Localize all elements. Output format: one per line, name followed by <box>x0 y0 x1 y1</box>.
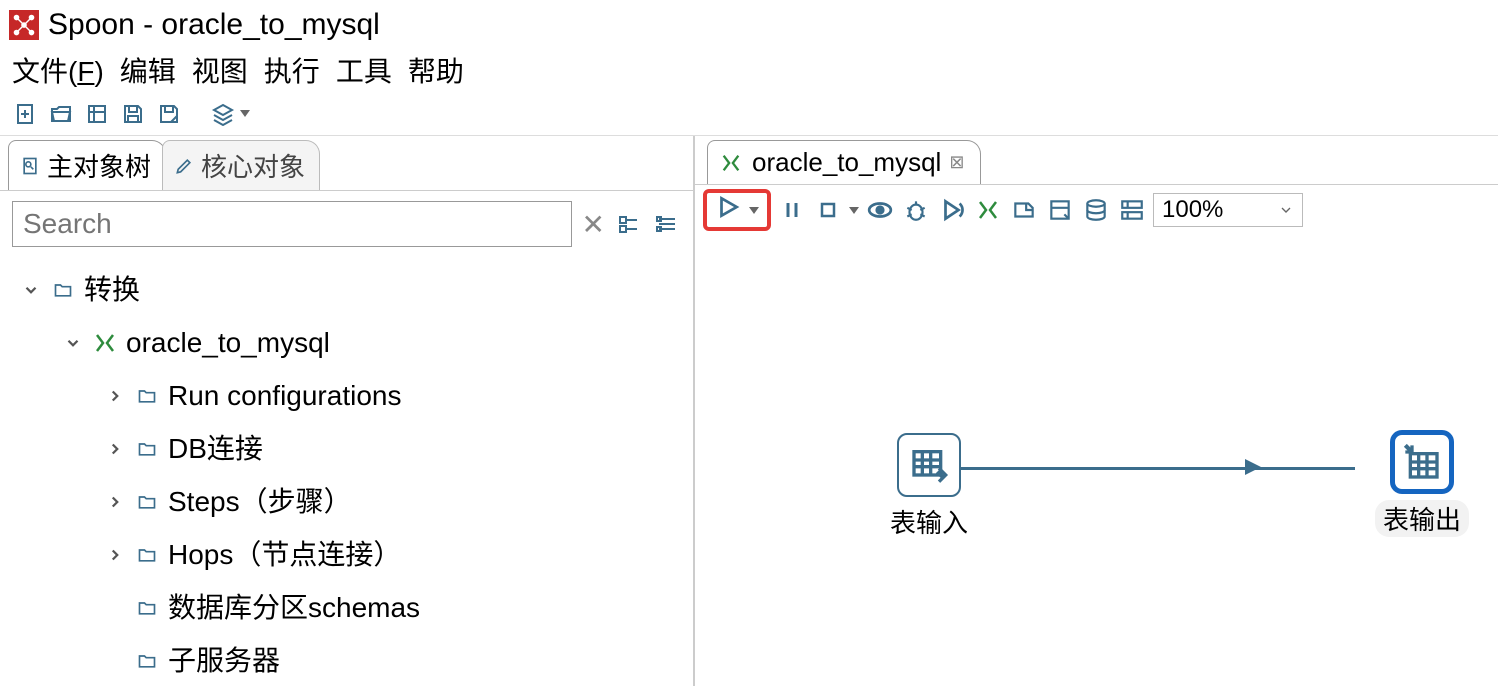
menu-view[interactable]: 视图 <box>192 50 248 90</box>
tree-label: Hops（节点连接） <box>168 530 401 579</box>
canvas-toolbar: 100% <box>695 185 1498 235</box>
transformation-canvas[interactable]: 表输入 表输出 <box>695 235 1498 686</box>
pause-icon[interactable] <box>777 195 807 225</box>
chevron-down-icon <box>749 207 759 214</box>
folder-icon <box>134 385 160 407</box>
search-clear-icon[interactable]: ✕ <box>582 208 605 241</box>
menu-run[interactable]: 执行 <box>264 50 320 90</box>
chevron-down-icon <box>240 110 250 117</box>
split-pane: 主对象树 核心对象 ✕ 转换 <box>0 136 1498 686</box>
collapse-all-icon[interactable] <box>653 210 681 238</box>
zoom-value: 100% <box>1162 196 1223 224</box>
transformation-icon <box>718 150 744 176</box>
folder-icon <box>134 650 160 672</box>
step-icon-box <box>1390 430 1454 494</box>
tree-node-db-connections[interactable]: DB连接 <box>20 422 689 475</box>
chevron-right-icon <box>104 385 126 407</box>
menu-tools[interactable]: 工具 <box>336 50 392 90</box>
tab-core-objects[interactable]: 核心对象 <box>162 140 320 190</box>
tree-label: Steps（步骤） <box>168 477 352 526</box>
folder-icon <box>50 279 76 301</box>
tree-label: Run configurations <box>168 371 401 420</box>
impact-icon[interactable] <box>1009 195 1039 225</box>
preview-icon[interactable] <box>865 195 895 225</box>
tree-label: oracle_to_mysql <box>126 318 330 367</box>
hop-connector[interactable] <box>955 467 1355 470</box>
step-icon-box <box>897 433 961 497</box>
editor-tab-label: oracle_to_mysql <box>752 147 941 178</box>
zoom-select[interactable]: 100% <box>1153 193 1303 227</box>
chevron-right-icon <box>104 491 126 513</box>
chevron-down-icon[interactable] <box>849 207 859 214</box>
tab-main-object-tree[interactable]: 主对象树 <box>8 140 166 190</box>
tab-label: 核心对象 <box>201 147 305 184</box>
save-icon[interactable] <box>118 99 148 129</box>
perspective-dropdown[interactable] <box>208 99 250 129</box>
folder-icon <box>134 544 160 566</box>
pencil-icon <box>173 155 195 177</box>
chevron-down-icon <box>20 279 42 301</box>
tree-node-partition-schemas[interactable]: 数据库分区schemas <box>20 581 689 634</box>
object-tree: 转换 oracle_to_mysql Run configurations DB… <box>0 257 693 693</box>
layers-icon <box>208 99 238 129</box>
tree-label: 子服务器 <box>168 636 280 685</box>
tab-label: 主对象树 <box>47 147 151 184</box>
step-table-input[interactable]: 表输入 <box>890 433 968 540</box>
chevron-down-icon <box>62 332 84 354</box>
editor-tab-oracle-to-mysql[interactable]: oracle_to_mysql ⊠ <box>707 140 981 184</box>
title-bar: Spoon - oracle_to_mysql <box>0 0 1498 48</box>
tree-label: 转换 <box>84 265 140 314</box>
debug-icon[interactable] <box>901 195 931 225</box>
document-icon <box>19 155 41 177</box>
menu-bar: 文件(F) 编辑 视图 执行 工具 帮助 <box>0 48 1498 92</box>
step-label: 表输入 <box>890 503 968 540</box>
editor-tabs: oracle_to_mysql ⊠ <box>695 136 1498 185</box>
window-title: Spoon - oracle_to_mysql <box>48 8 380 42</box>
expand-all-icon[interactable] <box>615 210 643 238</box>
left-tabs: 主对象树 核心对象 <box>0 140 693 191</box>
main-toolbar <box>0 92 1498 136</box>
replay-icon[interactable] <box>937 195 967 225</box>
explore-repo-icon[interactable] <box>82 99 112 129</box>
close-icon[interactable]: ⊠ <box>949 152 964 173</box>
folder-icon <box>134 438 160 460</box>
step-label: 表输出 <box>1375 500 1469 537</box>
tree-node-run-configurations[interactable]: Run configurations <box>20 369 689 422</box>
tree-node-slave-servers[interactable]: 子服务器 <box>20 634 689 687</box>
stop-icon[interactable] <box>813 195 843 225</box>
tree-node-hops[interactable]: Hops（节点连接） <box>20 528 689 581</box>
sql-icon[interactable] <box>1045 195 1075 225</box>
show-results-icon[interactable] <box>1117 195 1147 225</box>
menu-file[interactable]: 文件(F) <box>12 50 104 90</box>
tree-label: DB连接 <box>168 424 263 473</box>
open-file-icon[interactable] <box>46 99 76 129</box>
database-explore-icon[interactable] <box>1081 195 1111 225</box>
search-row: ✕ <box>0 191 693 257</box>
menu-help[interactable]: 帮助 <box>408 50 464 90</box>
menu-edit[interactable]: 编辑 <box>120 50 176 90</box>
chevron-right-icon <box>104 544 126 566</box>
left-panel: 主对象树 核心对象 ✕ 转换 <box>0 136 695 686</box>
save-as-icon[interactable] <box>154 99 184 129</box>
hop-arrow-icon <box>1245 459 1261 475</box>
pentaho-spoon-icon <box>8 9 40 41</box>
tree-label: 数据库分区schemas <box>168 583 420 632</box>
chevron-down-icon <box>1278 202 1294 218</box>
folder-icon <box>134 491 160 513</box>
tree-node-transformations[interactable]: 转换 <box>20 263 689 316</box>
play-icon <box>715 194 741 227</box>
transformation-icon <box>92 330 118 356</box>
search-input[interactable] <box>12 201 572 247</box>
tree-node-steps[interactable]: Steps（步骤） <box>20 475 689 528</box>
folder-icon <box>134 597 160 619</box>
tree-node-oracle-to-mysql[interactable]: oracle_to_mysql <box>20 316 689 369</box>
verify-icon[interactable] <box>973 195 1003 225</box>
run-button-group[interactable] <box>703 189 771 231</box>
chevron-right-icon <box>104 438 126 460</box>
step-table-output[interactable]: 表输出 <box>1375 430 1469 537</box>
right-panel: oracle_to_mysql ⊠ 100% <box>695 136 1498 686</box>
new-file-icon[interactable] <box>10 99 40 129</box>
